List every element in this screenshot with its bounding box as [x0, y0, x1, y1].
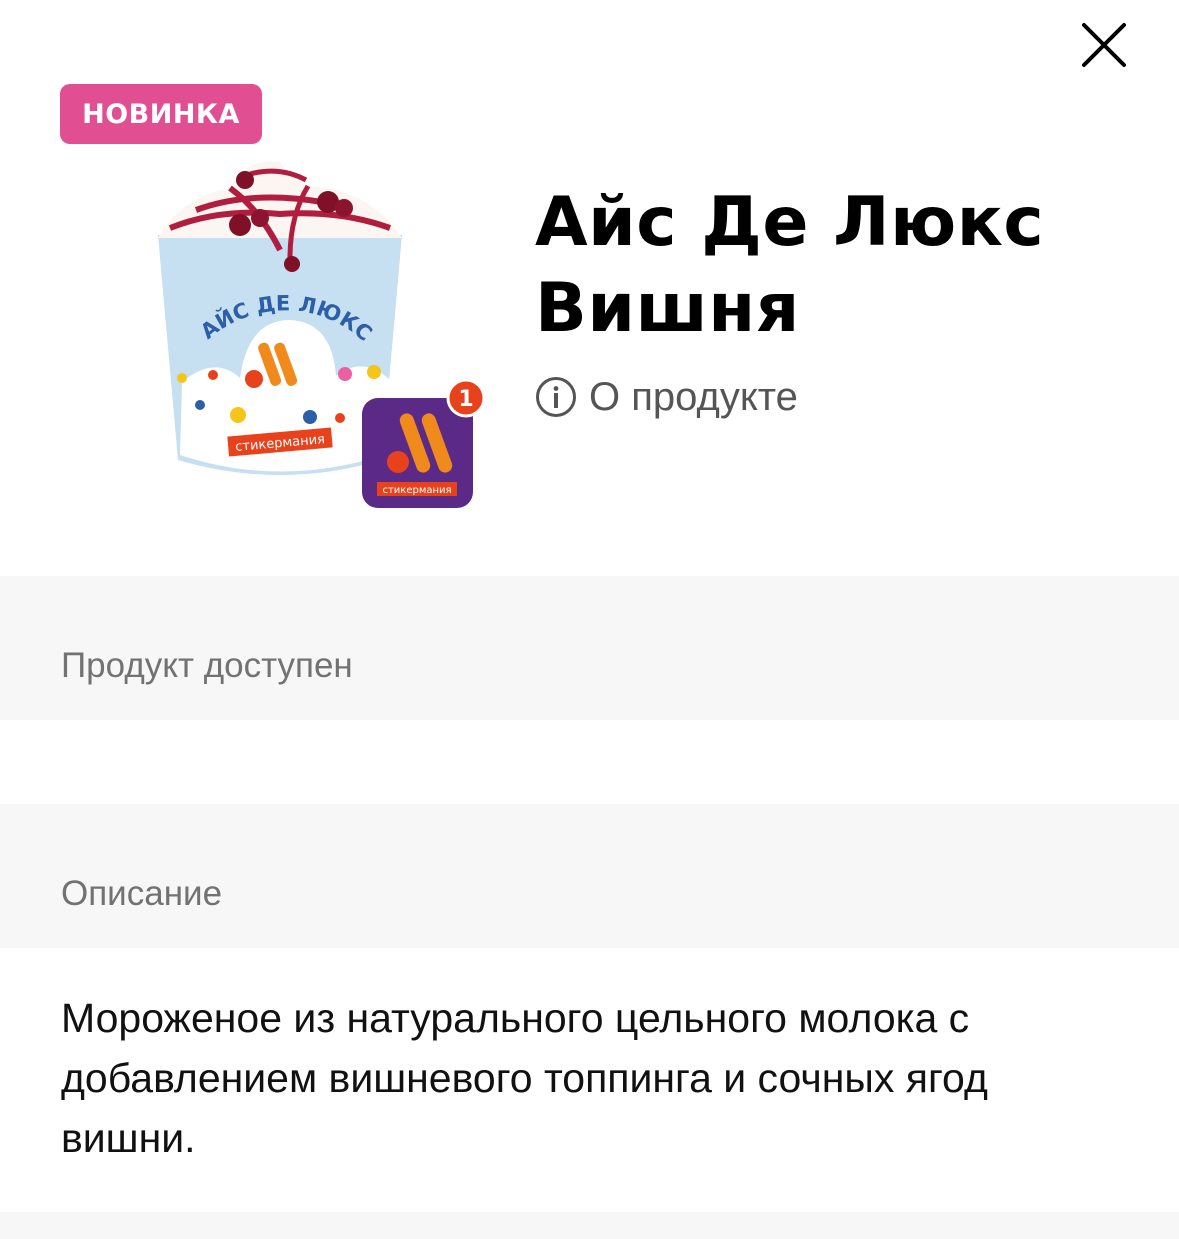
new-badge-label: НОВИНКА: [82, 98, 240, 130]
close-icon: [1082, 23, 1126, 67]
description-header: Описание: [61, 874, 223, 913]
description-text: Мороженое из натурального цельного молок…: [61, 995, 988, 1161]
about-product-label: О продукте: [589, 374, 798, 419]
description-section: Описание: [0, 804, 1179, 948]
sticker-label: стикермания: [382, 485, 451, 496]
sticker-count-badge: 1: [458, 387, 473, 412]
info-icon: [536, 377, 576, 417]
product-title: Айс Де Люкс Вишня: [535, 180, 1135, 352]
availability-section: Продукт доступен: [0, 576, 1179, 720]
bottom-band: [0, 1212, 1179, 1239]
product-image: АЙС ДЕ ЛЮКС стикермания стикермания 1: [158, 161, 486, 508]
product-title-line1: Айс Де Люкс: [535, 183, 1045, 262]
new-badge: НОВИНКА: [60, 84, 262, 144]
product-title-line2: Вишня: [535, 269, 800, 348]
close-button[interactable]: [1072, 13, 1136, 77]
about-product-link[interactable]: О продукте: [535, 372, 798, 422]
availability-header: Продукт доступен: [61, 646, 353, 685]
